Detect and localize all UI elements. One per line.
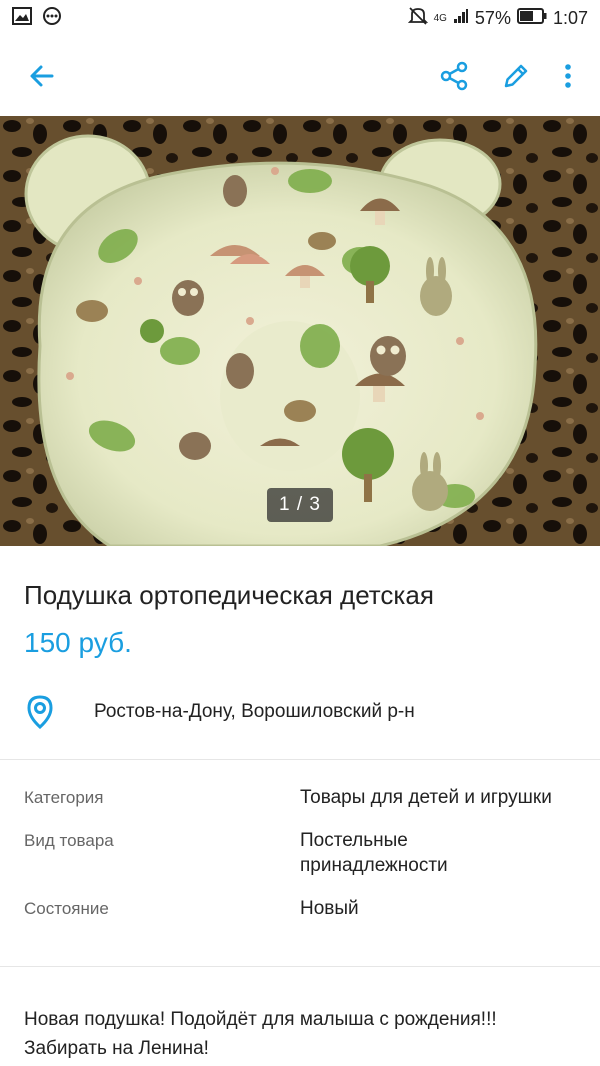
param-row: Категория Товары для детей и игрушки [24,785,584,810]
more-notification-icon [42,6,62,31]
param-key: Состояние [24,899,109,918]
share-button[interactable] [432,54,476,98]
map-pin-icon [24,694,56,730]
location-text: Ростов-на-Дону, Ворошиловский р-н [94,701,415,722]
arrow-left-icon [30,65,54,87]
app-bar [0,36,600,116]
more-vertical-icon [565,64,571,88]
battery-icon [516,7,547,29]
share-icon [440,61,468,91]
item-title: Подушка ортопедическая детская [24,580,434,610]
more-button[interactable] [556,54,580,98]
item-price: 150 руб. [24,627,132,658]
param-key: Вид товара [24,831,114,850]
pencil-icon [504,64,528,88]
status-bar: 4G 57% 1:07 [0,0,600,36]
param-row: Вид товара Постельные принадлежности [24,828,584,878]
divider [0,966,600,967]
photo-gallery[interactable]: 1 / 3 [0,116,600,546]
item-params: Категория Товары для детей и игрушки Вид… [24,785,584,939]
product-photo [0,116,600,546]
clock: 1:07 [552,7,588,28]
param-value: Товары для детей и игрушки [300,787,552,808]
item-description: Новая подушка! Подойдёт для малыша с рож… [24,1009,497,1059]
image-notification-icon [12,6,32,30]
item-location[interactable]: Ростов-на-Дону, Ворошиловский р-н [24,694,415,730]
edit-button[interactable] [494,54,538,98]
back-button[interactable] [20,54,64,98]
photo-counter: 1 / 3 [267,488,333,522]
param-value: Постельные принадлежности [300,830,448,876]
signal-icon [453,8,469,29]
divider [0,759,600,760]
network-type: 4G [433,12,447,24]
param-key: Категория [24,788,104,807]
param-row: Состояние Новый [24,896,584,921]
mute-icon [407,6,428,31]
battery-percent: 57% [474,7,511,28]
param-value: Новый [300,898,359,919]
